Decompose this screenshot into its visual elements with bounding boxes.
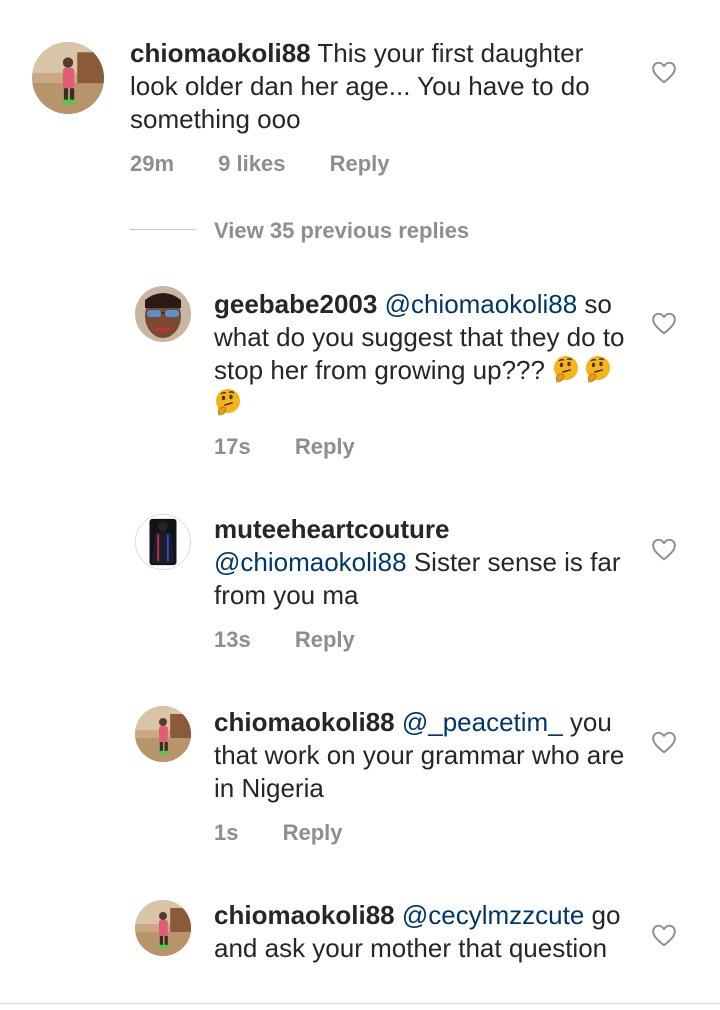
heart-icon[interactable]: [651, 311, 677, 335]
divider-line: [130, 229, 196, 230]
reply-time: 1s: [214, 820, 239, 845]
comment-meta: 29m 9 likes Reply: [130, 151, 428, 177]
avatar[interactable]: [135, 286, 191, 342]
avatar[interactable]: [135, 514, 191, 570]
reply-text: chiomaokoli88 @cecylmzzcute go and ask y…: [214, 899, 634, 965]
reply-username[interactable]: muteeheartcouture: [214, 513, 634, 546]
reply-text: chiomaokoli88 @_peacetim_ you that work …: [214, 706, 634, 805]
reply-username[interactable]: chiomaokoli88: [214, 900, 395, 930]
reply-button[interactable]: Reply: [330, 151, 390, 176]
reply-time: 17s: [214, 434, 251, 459]
reply-button[interactable]: Reply: [295, 627, 355, 652]
view-previous-replies-button[interactable]: View 35 previous replies: [214, 218, 469, 244]
mention-link[interactable]: @_peacetim_: [402, 707, 563, 737]
reply-username[interactable]: geebabe2003: [214, 289, 377, 319]
thinking-face-emoji: [214, 388, 242, 416]
avatar[interactable]: [32, 42, 104, 114]
mention-link[interactable]: @chiomaokoli88: [214, 547, 407, 577]
reply-text: geebabe2003 @chiomaokoli88 so what do yo…: [214, 288, 634, 420]
heart-icon[interactable]: [651, 730, 677, 754]
divider-line: [0, 1003, 720, 1004]
reply-username[interactable]: chiomaokoli88: [214, 707, 395, 737]
heart-icon[interactable]: [651, 60, 677, 84]
avatar[interactable]: [135, 900, 191, 956]
heart-icon[interactable]: [651, 923, 677, 947]
heart-icon[interactable]: [651, 537, 677, 561]
reply-meta: 13s Reply: [214, 627, 393, 653]
reply-button[interactable]: Reply: [295, 434, 355, 459]
thinking-face-emoji: [552, 355, 580, 383]
mention-link[interactable]: @chiomaokoli88: [385, 289, 578, 319]
reply-meta: 17s Reply: [214, 434, 393, 460]
thinking-face-emoji: [584, 355, 612, 383]
comment-text: chiomaokoli88 This your first daughter l…: [130, 37, 630, 136]
likes-count[interactable]: 9 likes: [218, 151, 285, 176]
comment-time: 29m: [130, 151, 175, 176]
avatar[interactable]: [135, 706, 191, 762]
reply-time: 13s: [214, 627, 251, 652]
reply-text: muteeheartcouture @chiomaokoli88 Sister …: [214, 513, 634, 612]
reply-button[interactable]: Reply: [283, 820, 343, 845]
mention-link[interactable]: @cecylmzzcute: [402, 900, 584, 930]
reply-meta: 1s Reply: [214, 820, 381, 846]
comment-username[interactable]: chiomaokoli88: [130, 38, 311, 68]
